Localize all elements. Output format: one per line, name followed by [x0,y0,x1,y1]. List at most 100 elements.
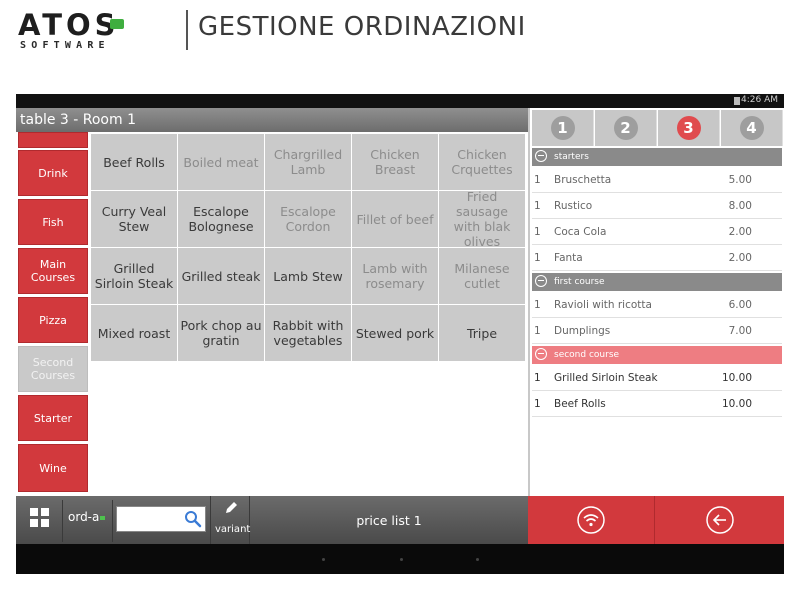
order-row[interactable]: 1 Dumplings 7.00 [532,318,782,344]
wifi-icon [577,506,605,534]
order-row[interactable]: 1 Fanta 2.00 [532,245,782,271]
nav-back[interactable] [322,558,325,561]
product-tile[interactable]: Chicken Breast [352,134,438,190]
product-tile[interactable]: Fried sausage with blak olives [439,189,525,249]
product-tile[interactable]: Lamb with rosemary [352,248,438,304]
nav-home[interactable] [400,558,403,561]
category-second-courses[interactable]: Second Courses [18,346,88,392]
order-row[interactable]: 1 Bruschetta 5.00 [532,167,782,193]
category-item[interactable] [18,132,88,148]
category-starter[interactable]: Starter [18,395,88,441]
product-tile[interactable]: Mixed roast [91,305,177,361]
section-label: starters [554,152,589,162]
order-qty: 1 [534,325,541,337]
course-number: 4 [739,116,764,140]
product-tile[interactable]: Chicken Crquettes [439,134,525,190]
atos-logo: ATOS SOFTWARE [18,10,166,52]
course-tabs: 1 2 3 4 [530,110,784,146]
minus-circle-icon[interactable] [535,150,547,162]
search-field[interactable] [116,506,206,532]
order-row[interactable]: 1 Beef Rolls 10.00 [532,391,782,417]
order-item-name: Beef Rolls [554,398,606,410]
header-divider [186,10,188,50]
product-tile[interactable]: Escalope Cordon [265,191,351,247]
product-tile[interactable]: Chargrilled Lamb [265,134,351,190]
course-tab-2[interactable]: 2 [595,110,657,146]
search-icon[interactable] [184,510,202,528]
nav-recent[interactable] [476,558,479,561]
product-tile[interactable]: Rabbit with vegetables [265,305,351,361]
order-label[interactable]: ord-a [68,510,99,524]
order-pane: 1 2 3 4 starters 1 Bruschetta 5.00 1 Rus… [528,108,784,496]
order-row[interactable]: 1 Rustico 8.00 [532,193,782,219]
section-label: first course [554,277,605,287]
pencil-icon [226,502,237,513]
course-tab-3[interactable]: 3 [658,110,720,146]
product-tile[interactable]: Beef Rolls [91,134,177,190]
logo-sub-text: SOFTWARE [20,40,110,51]
order-qty: 1 [534,174,541,186]
product-tile[interactable]: Fillet of beef [352,191,438,247]
course-tab-1[interactable]: 1 [532,110,594,146]
product-tile[interactable]: Stewed pork [352,305,438,361]
course-number: 1 [550,116,575,140]
order-qty: 1 [534,226,541,238]
category-main-courses[interactable]: Main Courses [18,248,88,294]
section-label: second course [554,350,620,360]
price-list-selector[interactable]: price list 1 [250,496,528,544]
app-header: ATOS SOFTWARE GESTIONE ORDINAZIONI [0,0,800,60]
menu-pane: table 3 - Room 1 Drink Fish Main Courses… [16,108,528,496]
category-wine[interactable]: Wine [18,444,88,492]
table-title: table 3 - Room 1 [16,108,528,132]
product-tile[interactable]: Curry Veal Stew [91,191,177,247]
bottom-toolbar: ord-a variant price list 1 [16,496,528,544]
status-dot [100,516,105,520]
tablet-screen: 4:26 AM table 3 - Room 1 Drink Fish Main… [16,94,784,574]
search-input[interactable] [119,507,183,531]
order-item-name: Bruschetta [554,174,612,186]
product-tile[interactable]: Grilled steak [178,248,264,304]
action-bar [528,496,784,544]
back-button[interactable] [656,496,783,544]
course-number: 3 [676,116,701,140]
category-fish[interactable]: Fish [18,199,88,245]
toolbar-divider [62,500,63,542]
product-tile[interactable]: Boiled meat [178,134,264,190]
order-qty: 1 [534,398,541,410]
course-tab-4[interactable]: 4 [721,110,783,146]
order-qty: 1 [534,299,541,311]
category-list: Drink Fish Main Courses Pizza Second Cou… [16,132,90,496]
order-item-name: Rustico [554,200,593,212]
grid-icon[interactable] [30,508,50,528]
product-tile[interactable]: Grilled Sirloin Steak [91,248,177,304]
order-price: 6.00 [728,299,752,311]
product-grid: Beef Rolls Boiled meat Chargrilled Lamb … [90,132,528,362]
course-section-first[interactable]: first course [532,273,782,291]
product-tile[interactable]: Milanese cutlet [439,248,525,304]
category-pizza[interactable]: Pizza [18,297,88,343]
order-row[interactable]: 1 Grilled Sirloin Steak 10.00 [532,365,782,391]
order-row[interactable]: 1 Coca Cola 2.00 [532,219,782,245]
order-row[interactable]: 1 Ravioli with ricotta 6.00 [532,292,782,318]
variant-label: variant [215,524,251,535]
minus-circle-icon[interactable] [535,275,547,287]
send-order-button[interactable] [528,496,655,544]
product-tile[interactable]: Pork chop au gratin [178,305,264,361]
category-drink[interactable]: Drink [18,150,88,196]
order-qty: 1 [534,200,541,212]
order-price: 7.00 [728,325,752,337]
product-tile[interactable]: Lamb Stew [265,248,351,304]
variant-button[interactable]: variant [210,496,250,544]
course-section-second[interactable]: second course [532,346,782,364]
product-tile[interactable]: Tripe [439,305,525,361]
order-price: 2.00 [728,226,752,238]
order-price: 10.00 [721,398,752,410]
order-qty: 1 [534,252,541,264]
logo-main-text: ATOS [18,8,120,42]
course-section-starters[interactable]: starters [532,148,782,166]
order-item-name: Dumplings [554,325,611,337]
minus-circle-icon[interactable] [535,348,547,360]
order-qty: 1 [534,372,541,384]
product-tile[interactable]: Escalope Bolognese [178,191,264,247]
android-nav-bar [16,544,784,574]
